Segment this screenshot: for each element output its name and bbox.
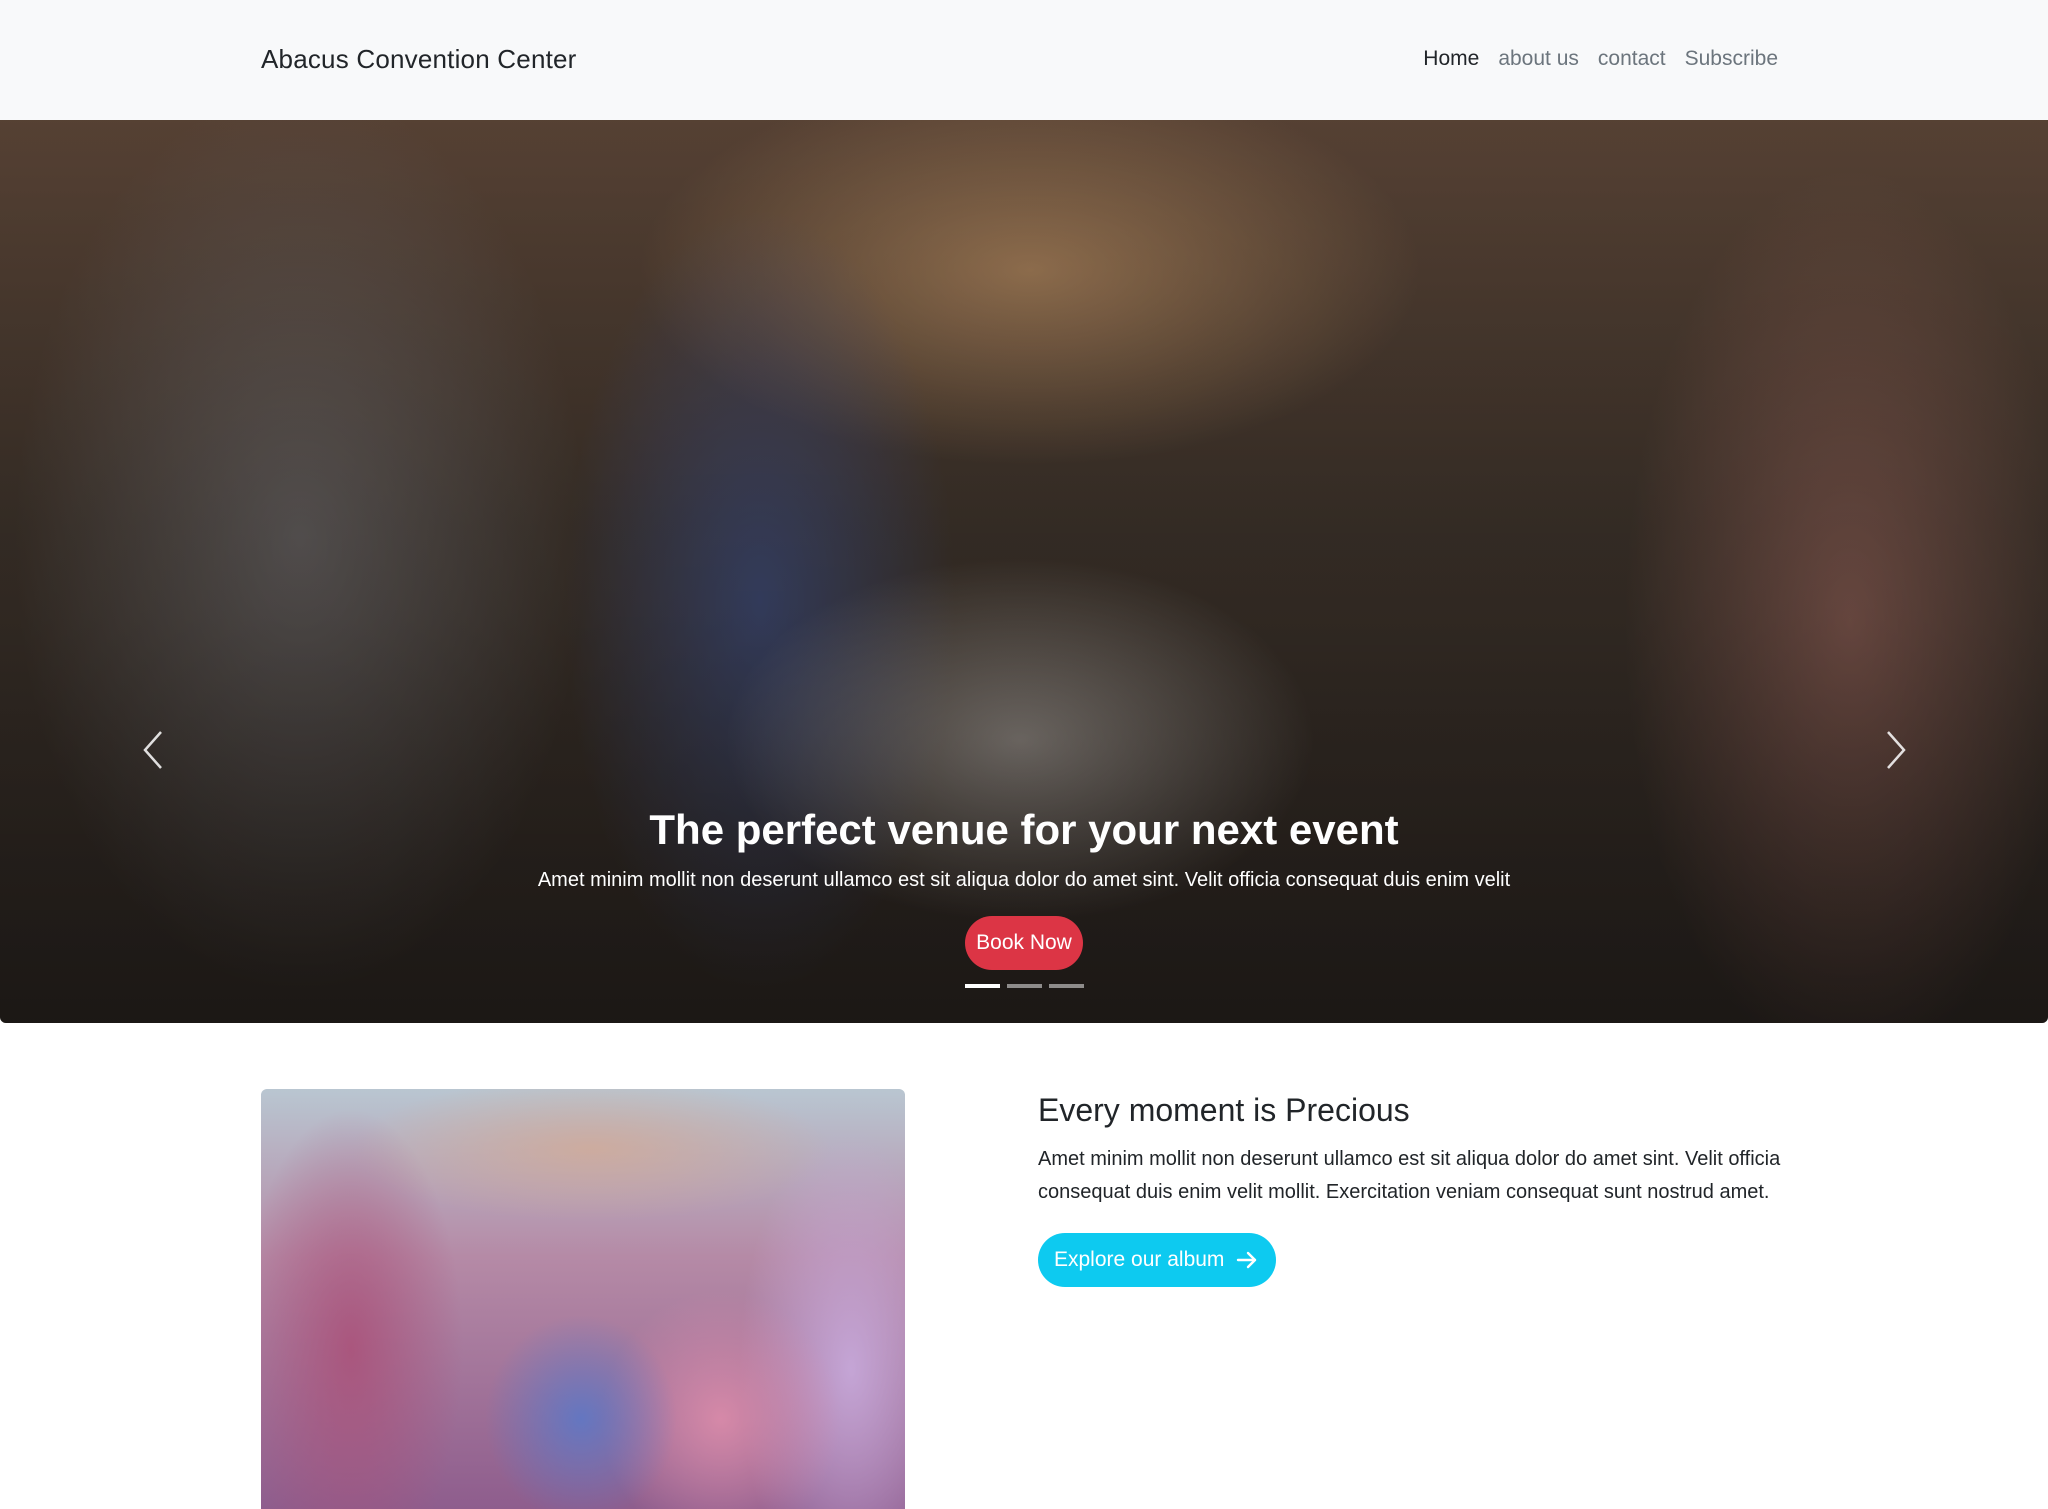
carousel-indicator-3[interactable] [1049,984,1084,988]
hero-subtitle: Amet minim mollit non deserunt ullamco e… [537,869,1511,891]
chevron-right-icon [1887,731,1906,769]
carousel-prev-button[interactable] [139,728,169,772]
explore-album-button[interactable]: Explore our album [1038,1233,1277,1287]
brand-link[interactable]: Abacus Convention Center [261,44,577,75]
explore-album-label: Explore our album [1054,1248,1225,1271]
about-photo [261,1089,905,1509]
about-title: Every moment is Precious [1038,1092,1410,1128]
hero-title: The perfect venue for your next event [649,806,1399,853]
chevron-left-icon [143,731,162,769]
navbar: Abacus Convention Center Home about us c… [0,0,2048,120]
book-now-button[interactable]: Book Now [965,916,1083,970]
carousel-indicator-1[interactable] [965,984,1000,988]
arrow-right-icon [1237,1251,1257,1269]
main-nav: Home about us contact Subscribe [1423,47,1778,71]
nav-link-subscribe[interactable]: Subscribe [1685,47,1778,71]
carousel-indicators [965,984,1084,988]
carousel-indicator-2[interactable] [1007,984,1042,988]
about-content: Every moment is Precious Amet minim moll… [1038,1087,1798,1287]
hero-caption: The perfect venue for your next event Am… [0,800,2048,894]
nav-link-about-us[interactable]: about us [1498,47,1579,71]
nav-link-contact[interactable]: contact [1598,47,1666,71]
nav-link-home[interactable]: Home [1423,47,1479,71]
carousel-next-button[interactable] [1880,728,1910,772]
about-body: Amet minim mollit non deserunt ullamco e… [1038,1148,1781,1203]
